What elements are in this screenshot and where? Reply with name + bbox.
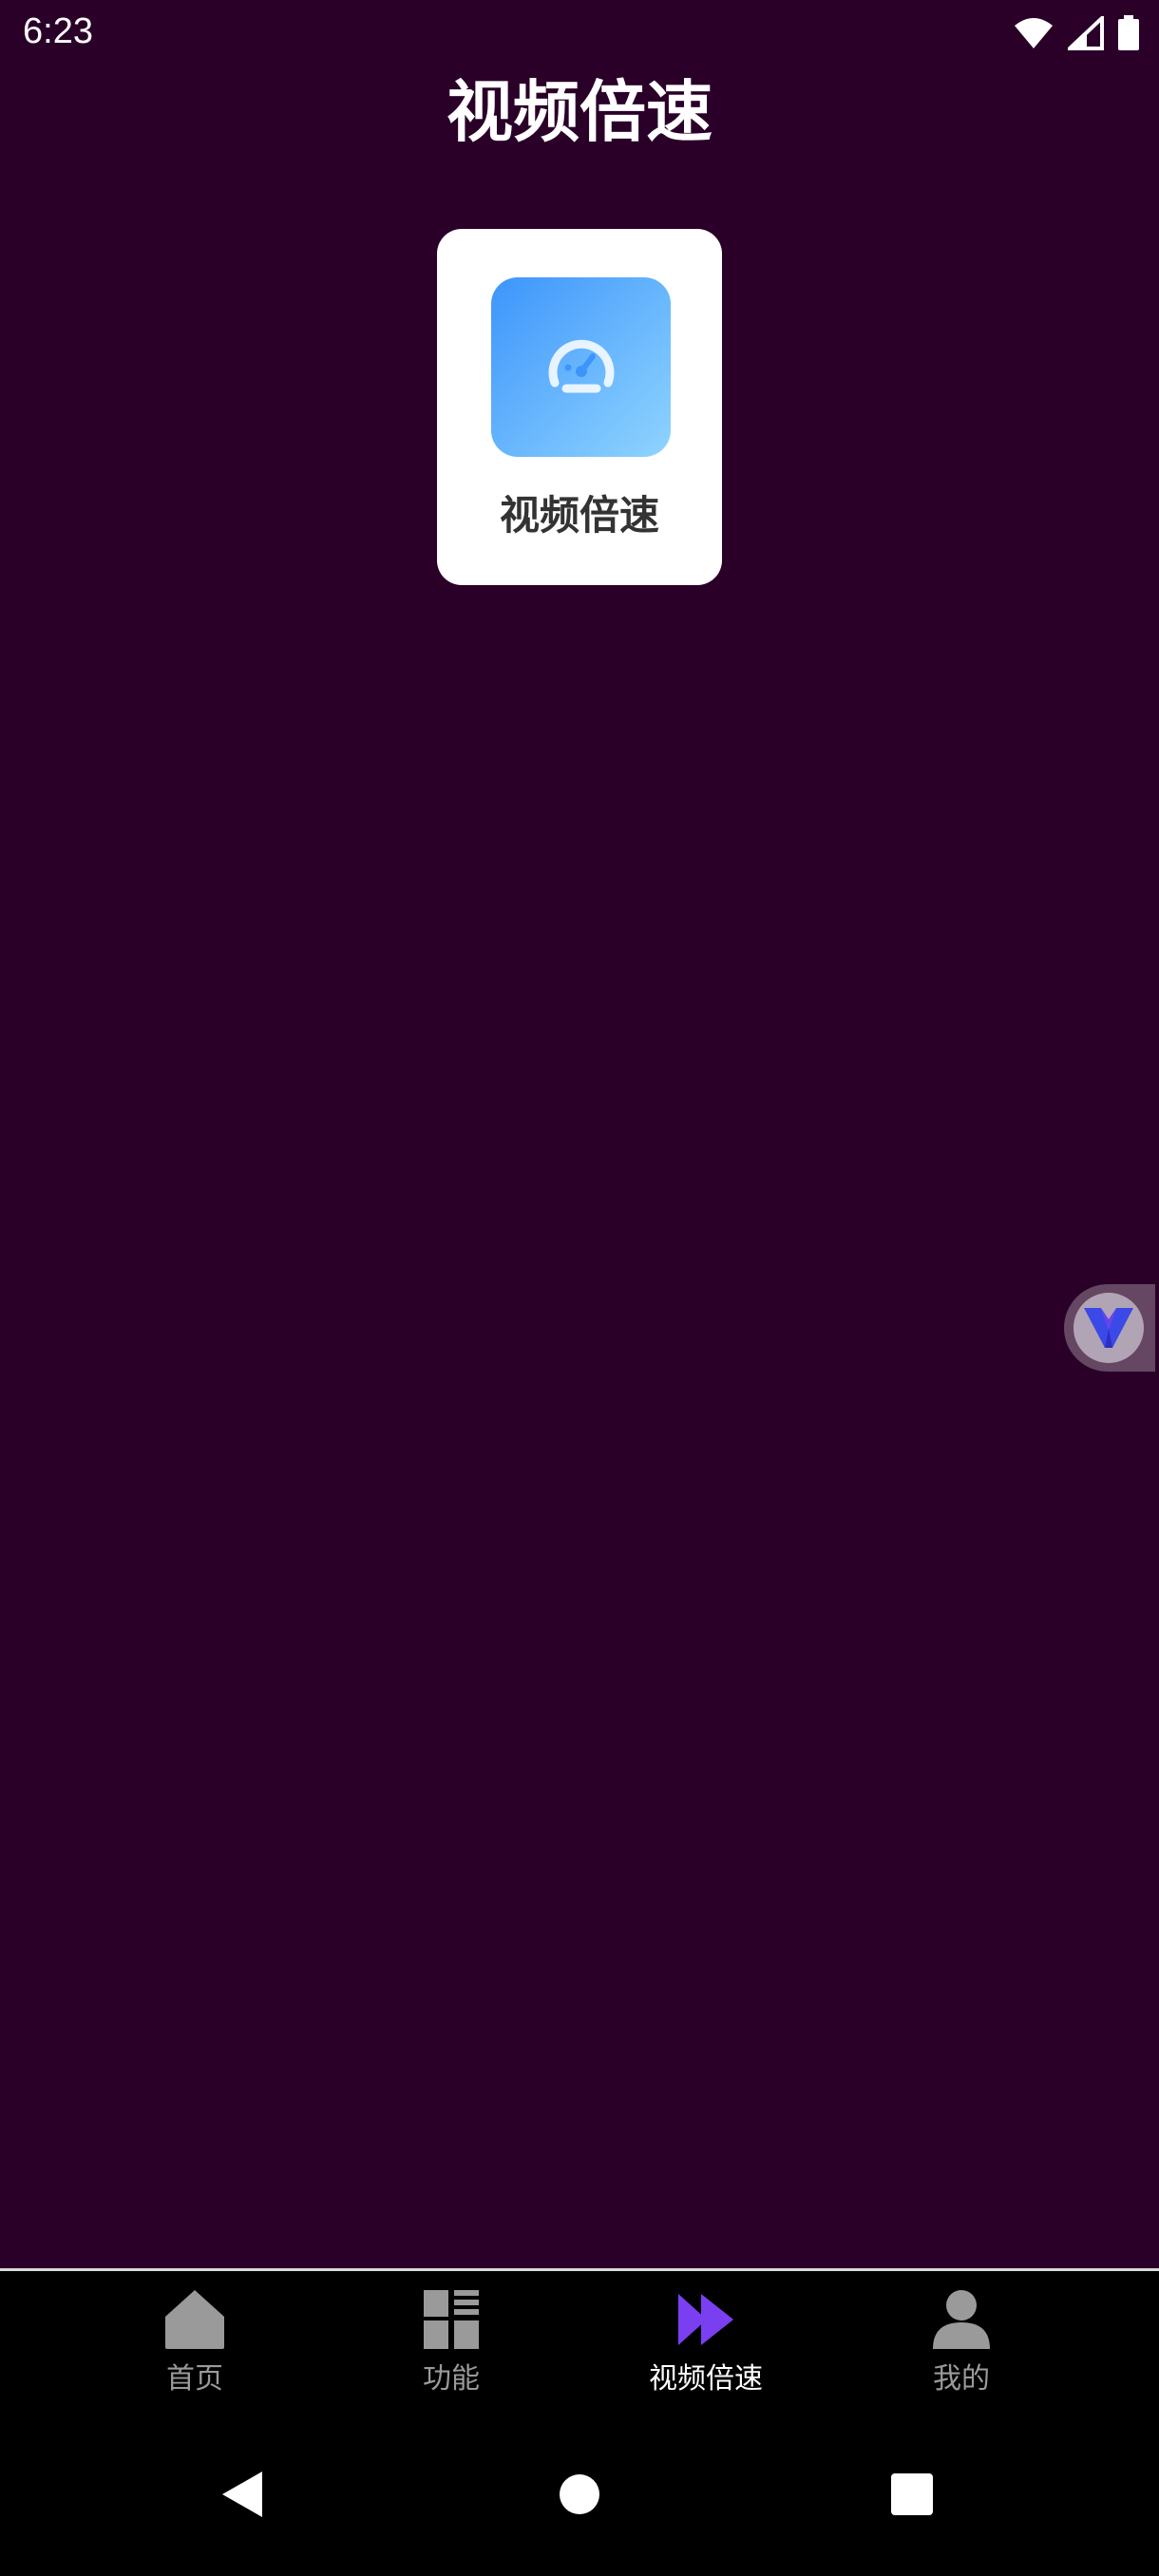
status-time: 6:23: [23, 11, 93, 51]
nav-label-profile: 我的: [933, 2362, 990, 2396]
nav-label-home: 首页: [166, 2362, 223, 2396]
person-icon: [933, 2290, 990, 2349]
system-home-button[interactable]: [546, 2461, 613, 2528]
system-back-button[interactable]: [209, 2461, 276, 2528]
speed-feature-card[interactable]: 视频倍速: [437, 229, 722, 585]
page-title: 视频倍速: [446, 73, 712, 151]
system-nav-bar: [0, 2414, 1159, 2576]
wifi-icon: [1015, 18, 1053, 48]
app-screen: 6:23 视频倍速 视频倍速 首页 功能 视频倍速 我的: [0, 0, 1159, 2576]
bottom-nav: 首页 功能 视频倍速 我的: [0, 2271, 1159, 2414]
feature-icon-box: [491, 277, 671, 457]
nav-item-features[interactable]: 功能: [356, 2288, 546, 2402]
fast-forward-icon: [678, 2294, 733, 2345]
grid-list-icon: [424, 2290, 479, 2349]
home-icon: [165, 2290, 224, 2349]
nav-item-video-speed[interactable]: 视频倍速: [611, 2288, 801, 2402]
battery-icon: [1118, 15, 1139, 50]
speedometer-icon: [548, 339, 614, 392]
floating-assistant-bubble[interactable]: [1064, 1284, 1155, 1372]
system-recents-button[interactable]: [879, 2461, 945, 2528]
status-icons: [1013, 15, 1140, 51]
home-circle-icon: [560, 2474, 599, 2514]
floating-bubble-inner: [1074, 1293, 1144, 1363]
cellular-signal-icon: [1068, 16, 1104, 50]
nav-item-home[interactable]: 首页: [100, 2288, 290, 2402]
back-icon: [222, 2472, 262, 2517]
nav-label-features: 功能: [423, 2362, 480, 2396]
feature-card-label: 视频倍速: [499, 492, 659, 539]
recents-icon: [891, 2473, 933, 2515]
nav-label-video-speed: 视频倍速: [649, 2362, 763, 2396]
nav-item-profile[interactable]: 我的: [866, 2288, 1056, 2402]
v-logo-icon: [1084, 1308, 1133, 1348]
